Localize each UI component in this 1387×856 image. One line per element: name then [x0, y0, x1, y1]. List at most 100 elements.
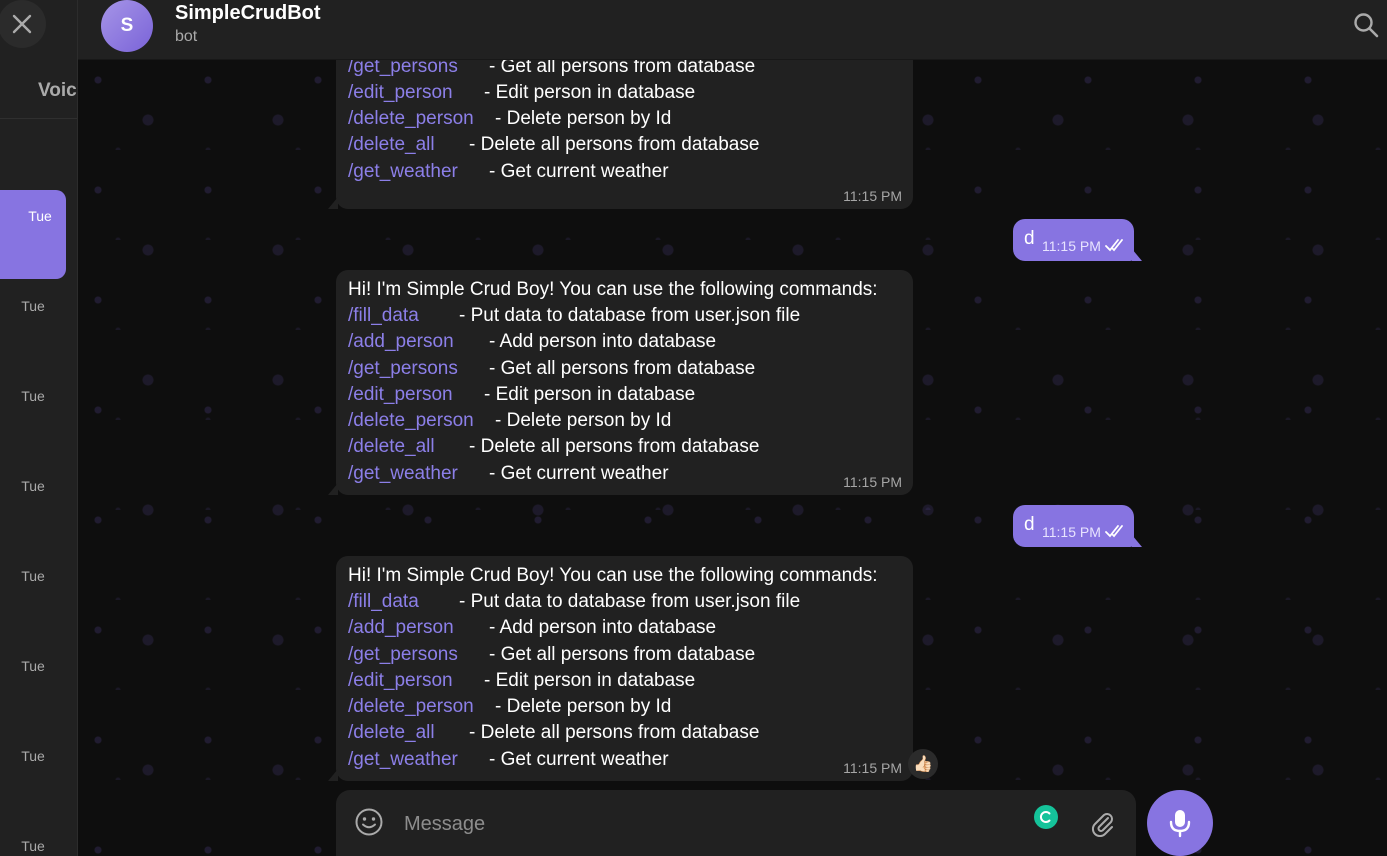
command-row: /edit_person - Edit person in database — [348, 382, 903, 408]
close-icon — [12, 14, 32, 34]
command-row: /add_person - Add person into database — [348, 329, 903, 355]
command-description: - Put data to database from user.json fi… — [459, 591, 801, 612]
chat-list-item-active[interactable]: Tue — [0, 190, 66, 279]
command-link[interactable]: /edit_person — [348, 668, 453, 694]
command-description: - Delete all persons from database — [469, 436, 760, 458]
message-bubble-incoming[interactable]: Hi! I'm Simple Crud Boy! You can use the… — [328, 270, 913, 495]
message-bubble-outgoing[interactable]: d 11:15 PM — [1013, 505, 1142, 547]
bubble-tail — [1132, 249, 1142, 261]
message-bubble-incoming[interactable]: Hi! I'm Simple Crud Boy! You can use the… — [328, 60, 913, 209]
paperclip-icon[interactable] — [1088, 809, 1116, 837]
command-row: /get_persons - Get all persons from datab… — [348, 60, 903, 80]
chat-list-item[interactable]: Tue — [0, 388, 66, 404]
chat-date-label: Tue — [21, 568, 45, 584]
command-link[interactable]: /add_person — [348, 329, 454, 355]
command-description: - Delete person by Id — [495, 410, 672, 432]
command-description: - Get all persons from database — [489, 357, 756, 379]
command-link[interactable]: /edit_person — [348, 80, 453, 106]
chat-date-label: Tue — [21, 478, 45, 494]
command-link[interactable]: /fill_data — [348, 303, 419, 329]
grammarly-c-icon — [1040, 811, 1051, 823]
message-greeting: Hi! I'm Simple Crud Boy! You can use the… — [348, 565, 878, 586]
command-description: - Delete all persons from database — [469, 134, 760, 156]
chat-date-label: Tue — [28, 208, 52, 224]
voice-record-button[interactable] — [1147, 790, 1213, 856]
chat-list-item[interactable]: Tue — [0, 568, 66, 584]
message-input[interactable] — [402, 807, 1006, 841]
command-row: /add_person - Add person into database — [348, 615, 903, 641]
command-row: /fill_data - Put data to database from us… — [348, 589, 903, 615]
chat-messages-area[interactable]: Hi! I'm Simple Crud Boy! You can use the… — [78, 60, 1387, 856]
grammarly-icon[interactable] — [1034, 805, 1058, 829]
command-link[interactable]: /get_weather — [348, 461, 458, 487]
command-row: /get_weather - Get current weather — [348, 747, 903, 773]
command-row: /delete_all - Delete all persons from dat… — [348, 132, 903, 158]
message-bubble-outgoing[interactable]: d 11:15 PM — [1013, 219, 1142, 261]
reaction-thumbs-up[interactable]: 👍🏻 — [908, 749, 938, 779]
chat-header: S SimpleCrudBot bot — [78, 0, 1387, 60]
voice-tab-label[interactable]: Voic — [38, 80, 77, 102]
message-text: d — [1024, 514, 1035, 535]
command-link[interactable]: /delete_person — [348, 694, 474, 720]
command-row: /get_weather - Get current weather — [348, 461, 903, 487]
chat-list-item[interactable]: Tue — [0, 838, 66, 854]
search-icon[interactable] — [1353, 12, 1379, 38]
command-link[interactable]: /get_weather — [348, 747, 458, 773]
command-link[interactable]: /add_person — [348, 615, 454, 641]
close-button[interactable] — [0, 0, 46, 48]
command-description: - Delete person by Id — [495, 696, 672, 718]
sidebar-divider — [0, 118, 77, 119]
command-link[interactable]: /get_weather — [348, 159, 458, 185]
message-time: 11:15 PM — [1042, 524, 1101, 540]
command-link[interactable]: /delete_person — [348, 408, 474, 434]
message-time: 11:15 PM — [843, 188, 902, 204]
chat-list-item[interactable]: Tue — [0, 658, 66, 674]
command-link[interactable]: /get_persons — [348, 60, 458, 80]
command-description: - Get current weather — [489, 160, 669, 182]
chat-date-label: Tue — [21, 658, 45, 674]
bubble-tail — [328, 483, 338, 495]
command-link[interactable]: /delete_all — [348, 132, 435, 158]
command-link[interactable]: /fill_data — [348, 589, 419, 615]
command-description: - Get all persons from database — [489, 643, 756, 665]
command-row: /delete_person - Delete person by Id — [348, 106, 903, 132]
emoji-icon[interactable] — [354, 807, 384, 837]
command-description: - Put data to database from user.json fi… — [459, 305, 801, 326]
command-link[interactable]: /delete_all — [348, 720, 435, 746]
bubble-tail — [328, 197, 338, 209]
bubble-tail — [1132, 535, 1142, 547]
command-row: /get_persons - Get all persons from datab… — [348, 356, 903, 382]
command-description: - Edit person in database — [484, 669, 696, 691]
command-row: /delete_person - Delete person by Id — [348, 694, 903, 720]
command-link[interactable]: /get_persons — [348, 356, 458, 382]
message-time: 11:15 PM — [843, 474, 902, 490]
command-link[interactable]: /delete_person — [348, 106, 474, 132]
command-description: - Add person into database — [489, 331, 717, 353]
command-row: /edit_person - Edit person in database — [348, 80, 903, 106]
command-description: - Delete all persons from database — [469, 722, 760, 744]
message-text: d — [1024, 228, 1035, 249]
chat-subtitle: bot — [175, 28, 198, 45]
command-row: /edit_person - Edit person in database — [348, 668, 903, 694]
chat-list-item[interactable]: Tue — [0, 748, 66, 764]
command-row: /delete_all - Delete all persons from dat… — [348, 720, 903, 746]
command-row: /delete_person - Delete person by Id — [348, 408, 903, 434]
chat-list-item[interactable]: Tue — [0, 298, 66, 314]
command-description: - Delete person by Id — [495, 108, 672, 130]
command-link[interactable]: /get_persons — [348, 642, 458, 668]
command-description: - Get all persons from database — [489, 60, 756, 77]
command-row: /delete_all - Delete all persons from dat… — [348, 434, 903, 460]
bubble-tail — [328, 769, 338, 781]
command-row: /get_weather - Get current weather — [348, 159, 903, 185]
command-description: - Add person into database — [489, 617, 717, 639]
command-link[interactable]: /delete_all — [348, 434, 435, 460]
avatar[interactable]: S — [101, 0, 153, 52]
message-bubble-incoming[interactable]: Hi! I'm Simple Crud Boy! You can use the… — [328, 556, 913, 781]
command-description: - Edit person in database — [484, 81, 696, 103]
command-description: - Get current weather — [489, 748, 669, 770]
chat-title[interactable]: SimpleCrudBot — [175, 2, 321, 25]
chat-list-item[interactable]: Tue — [0, 478, 66, 494]
command-row: /get_persons - Get all persons from datab… — [348, 642, 903, 668]
chat-date-label: Tue — [21, 388, 45, 404]
command-link[interactable]: /edit_person — [348, 382, 453, 408]
